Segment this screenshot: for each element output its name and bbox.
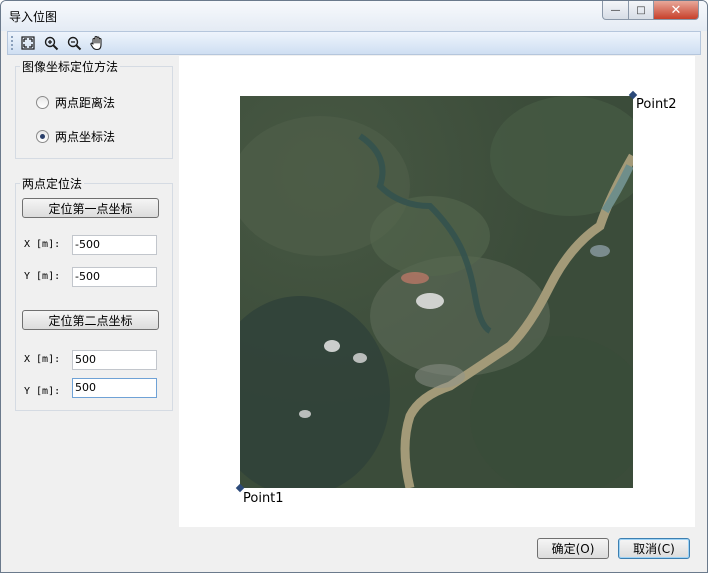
map-toolbar <box>7 31 701 55</box>
map-canvas[interactable]: Point1 Point2 <box>179 56 695 527</box>
full-extent-icon[interactable] <box>19 34 37 52</box>
minimize-icon: — <box>610 4 621 16</box>
window-title: 导入位图 <box>9 10 58 24</box>
p2-x-input[interactable]: 500 <box>72 350 157 370</box>
close-button[interactable]: ✕ <box>654 1 699 20</box>
zoom-in-icon[interactable] <box>42 34 60 52</box>
locate-second-point-button[interactable]: 定位第二点坐标 <box>22 310 159 330</box>
minimize-button[interactable]: — <box>602 1 629 20</box>
p2-y-input[interactable]: 500 <box>72 378 157 398</box>
maximize-button[interactable]: □ <box>629 1 654 20</box>
zoom-out-icon[interactable] <box>65 34 83 52</box>
pan-hand-icon[interactable] <box>88 34 106 52</box>
p1-y-input[interactable]: -500 <box>72 267 157 287</box>
radio-two-point-coordinate[interactable]: 两点坐标法 <box>36 128 115 145</box>
satellite-image-graphic <box>240 96 633 488</box>
p1-y-label: Y [m]: <box>24 271 61 282</box>
radio-two-point-distance[interactable]: 两点距离法 <box>36 94 115 111</box>
close-icon: ✕ <box>670 2 682 18</box>
p2-y-label: Y [m]: <box>24 386 61 397</box>
title-bar[interactable]: 导入位图 — □ ✕ <box>1 1 707 31</box>
method-group-title: 图像坐标定位方法 <box>20 58 121 75</box>
radio-circle-selected[interactable] <box>36 130 49 143</box>
satellite-image <box>240 96 633 488</box>
toolbar-grip[interactable] <box>11 36 15 50</box>
p1-x-input[interactable]: -500 <box>72 235 157 255</box>
p1-x-label: X [m]: <box>24 239 61 250</box>
radio-circle[interactable] <box>36 96 49 109</box>
two-point-group: 两点定位法 定位第一点坐标 X [m]: -500 Y [m]: -500 定位… <box>15 175 173 411</box>
radio-label: 两点距离法 <box>55 96 116 110</box>
p2-x-label: X [m]: <box>24 354 61 365</box>
radio-label: 两点坐标法 <box>55 130 116 144</box>
locate-first-point-button[interactable]: 定位第一点坐标 <box>22 198 159 218</box>
import-bitmap-dialog: 导入位图 — □ ✕ 图像坐标定位方法 两点距离法 两点坐标法 两点定位法 定位… <box>0 0 708 573</box>
left-panel: 图像坐标定位方法 两点距离法 两点坐标法 两点定位法 定位第一点坐标 X [m]… <box>15 58 173 411</box>
method-group: 图像坐标定位方法 两点距离法 两点坐标法 <box>15 58 173 159</box>
two-point-group-title: 两点定位法 <box>20 175 85 192</box>
ok-button[interactable]: 确定(O) <box>537 538 609 559</box>
window-controls: — □ ✕ <box>602 1 699 21</box>
maximize-icon: □ <box>636 4 646 16</box>
cancel-button[interactable]: 取消(C) <box>618 538 690 559</box>
point2-label: Point2 <box>636 97 677 112</box>
point1-label: Point1 <box>243 491 284 506</box>
